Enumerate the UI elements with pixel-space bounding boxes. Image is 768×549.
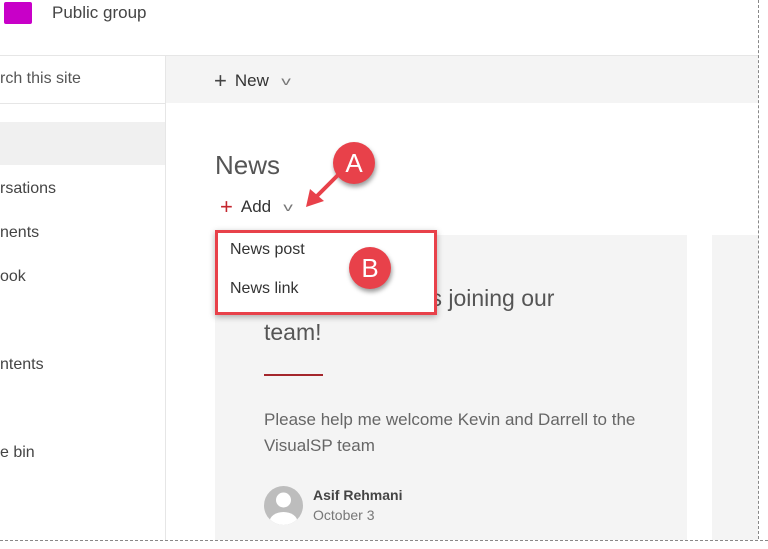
news-heading: News <box>215 150 281 180</box>
sidebar-item-conversations[interactable]: rsations <box>0 180 56 198</box>
sidebar-item-documents[interactable]: nents <box>0 224 39 242</box>
new-button[interactable]: + New v <box>214 68 291 93</box>
menu-item-news-post[interactable]: News post <box>230 241 305 259</box>
sidebar-divider <box>165 55 166 545</box>
add-label: Add <box>240 197 272 216</box>
torn-edge-bottom <box>0 540 768 549</box>
annotation-arrow-icon <box>306 169 344 207</box>
plus-icon: + <box>220 194 233 219</box>
sidebar-item-site-contents[interactable]: ntents <box>0 356 44 374</box>
chevron-down-icon: v <box>283 200 293 214</box>
menu-item-news-link[interactable]: News link <box>230 280 298 298</box>
sidebar-item-home[interactable] <box>0 122 165 165</box>
post-date: October 3 <box>313 507 375 523</box>
sidebar-item-notebook[interactable]: ook <box>0 268 26 286</box>
torn-edge-right <box>758 0 768 549</box>
plus-icon: + <box>214 68 227 93</box>
search-divider <box>0 103 165 104</box>
group-type-label: Public group <box>52 3 147 22</box>
news-card-title-cont[interactable]: team! <box>264 319 322 346</box>
chevron-down-icon: v <box>281 74 291 88</box>
news-card-2[interactable] <box>712 235 758 545</box>
avatar <box>264 486 303 525</box>
title-accent-line <box>264 374 323 376</box>
news-card-description: Please help me welcome Kevin and Darrell… <box>264 410 636 455</box>
author-name[interactable]: Asif Rehmani <box>313 487 402 503</box>
new-label: New <box>234 71 269 90</box>
sidebar-item-recycle-bin[interactable]: e bin <box>0 444 35 462</box>
annotation-badge-b: B <box>349 247 391 289</box>
add-dropdown-menu: News post News link <box>215 230 437 315</box>
site-logo[interactable] <box>4 2 32 24</box>
add-news-button[interactable]: + Add v <box>220 194 293 219</box>
search-input[interactable]: rch this site <box>0 70 81 88</box>
